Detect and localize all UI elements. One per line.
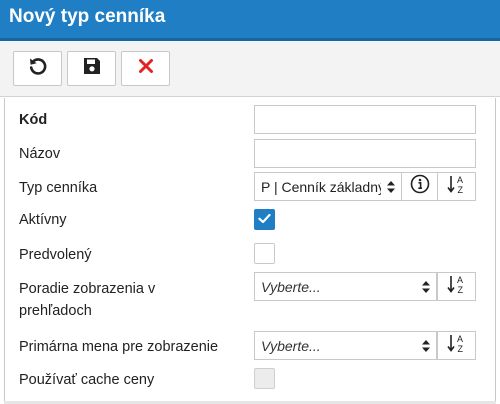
typ-cennika-value: P | Cenník základný [261,178,381,195]
cache-checkbox[interactable] [254,368,275,389]
sort-alpha-icon: A Z [446,173,468,200]
predvoleny-checkbox[interactable] [254,243,275,264]
sort-arrows-icon [416,280,436,294]
kod-label: Kód [19,112,48,128]
toolbar [0,41,500,97]
typ-cennika-select[interactable]: P | Cenník základný [254,172,402,201]
sort-button-poradie[interactable]: A Z [437,272,476,301]
sort-arrows-icon [416,339,436,353]
svg-text:Z: Z [457,185,463,195]
undo-icon [27,55,49,82]
svg-text:Z: Z [457,344,463,354]
poradie-select[interactable]: Vyberte... [254,272,437,301]
primarna-mena-placeholder: Vyberte... [261,337,321,354]
info-icon [410,174,430,199]
undo-button[interactable] [13,51,62,86]
close-icon [138,58,154,79]
sort-arrows-icon [381,180,401,194]
sort-button-typ[interactable]: A Z [437,172,476,201]
cache-label: Používať cache ceny [19,372,155,388]
svg-text:A: A [457,334,463,344]
aktivny-label: Aktívny [19,212,67,228]
save-button[interactable] [67,51,116,86]
sort-alpha-icon: A Z [446,332,468,359]
svg-text:Z: Z [457,285,463,295]
sort-alpha-icon: A Z [446,273,468,300]
predvoleny-label: Predvolený [19,247,92,263]
window-title: Nový typ cenníka [0,0,500,38]
info-button[interactable] [401,172,438,201]
svg-text:A: A [457,175,463,185]
typ-cennika-label: Typ cenníka [19,180,98,196]
nazov-label: Názov [19,146,61,162]
primarna-mena-label: Primárna mena pre zobrazenie [19,339,219,355]
aktivny-checkbox[interactable] [254,209,275,230]
cancel-button[interactable] [121,51,170,86]
save-icon [82,56,102,81]
checkmark-icon [258,211,271,229]
poradie-label-line1: Poradie zobrazenia v [19,281,156,297]
kod-input[interactable] [254,105,476,134]
nazov-input[interactable] [254,139,476,168]
poradie-label: Poradie zobrazenia v prehľadoch [19,278,155,322]
primarna-mena-select[interactable]: Vyberte... [254,331,437,360]
poradie-label-line2: prehľadoch [19,303,92,319]
sort-button-mena[interactable]: A Z [437,331,476,360]
svg-text:A: A [457,275,463,285]
poradie-placeholder: Vyberte... [261,278,321,295]
